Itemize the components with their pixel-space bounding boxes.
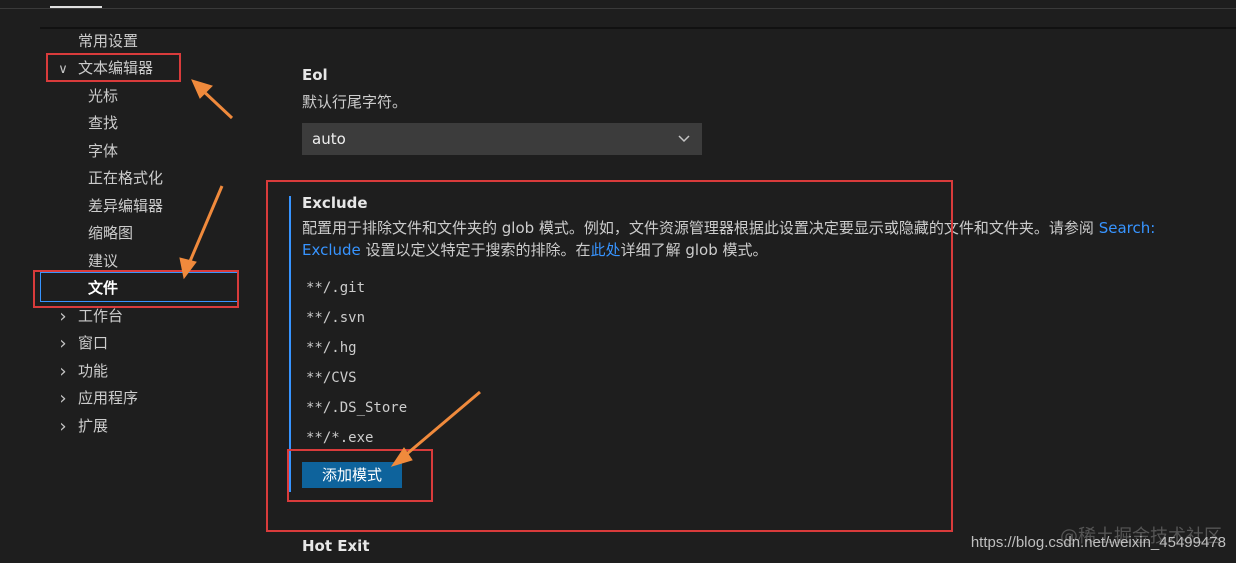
arrow-head xyxy=(179,257,197,280)
annotation-arrows xyxy=(179,79,481,467)
watermark-url: https://blog.csdn.net/weixin_45499478 xyxy=(970,534,1226,551)
arrow-to-files xyxy=(186,185,224,267)
arrow-to-add-button xyxy=(401,390,481,460)
